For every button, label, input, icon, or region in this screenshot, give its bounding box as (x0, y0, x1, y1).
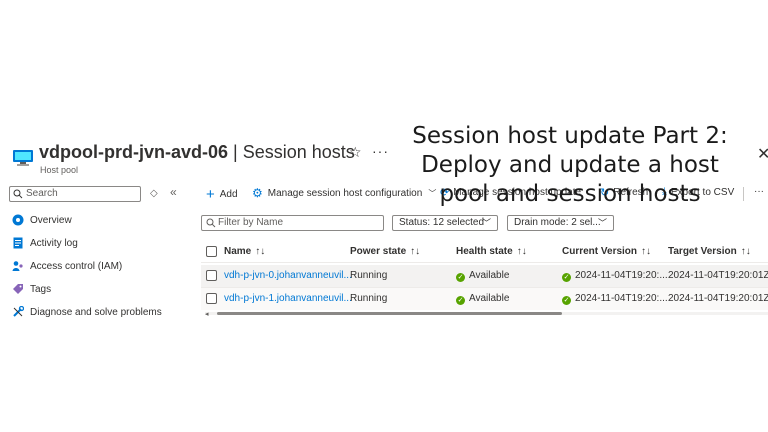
power-state: Running (350, 270, 388, 281)
toolbar-more-icon[interactable]: ··· (754, 186, 764, 197)
star-icon[interactable]: ☆ (349, 144, 362, 161)
overview-icon (12, 214, 24, 226)
current-version: ✓ 2024-11-04T19:20:... (562, 270, 668, 282)
target-version: 2024-11-04T19:20:01Z (668, 293, 768, 304)
chevron-down-icon: ﹀ (597, 218, 607, 228)
search-icon (13, 189, 23, 199)
check-circle-icon: ✓ (562, 273, 571, 282)
sort-icon: ↑↓ (255, 246, 266, 257)
column-header-power-state[interactable]: Power state ↑↓ (350, 246, 420, 257)
sort-icon: ↑↓ (516, 246, 527, 257)
close-icon[interactable]: ✕ (757, 144, 768, 164)
overlay-line: Deploy and update a host (421, 152, 719, 178)
gear-icon: ⚙ (252, 186, 263, 200)
sort-icon: ↑↓ (410, 246, 421, 257)
more-options-icon[interactable]: ··· (372, 143, 389, 159)
drain-mode-filter-dropdown[interactable]: Drain mode: 2 sel... ﹀ (507, 215, 614, 231)
sidebar-item-overview[interactable]: Overview (12, 211, 72, 229)
overlay-line: pool and session hosts (439, 181, 701, 207)
iam-icon (12, 261, 23, 271)
sidebar-item-diagnose[interactable]: Diagnose and solve problems (12, 303, 162, 321)
column-header-health-state[interactable]: Health state ↑↓ (456, 246, 527, 257)
chevron-down-icon: ﹀ (481, 218, 491, 228)
target-version: 2024-11-04T19:20:01Z (668, 270, 768, 281)
resource-type: Host pool (40, 165, 79, 175)
scroll-left-icon[interactable]: ◂ (205, 310, 209, 318)
sort-icon: ↑↓ (740, 246, 751, 257)
column-header-current-version[interactable]: Current Version ↑↓ (562, 246, 651, 257)
sidebar-search-input[interactable]: Search (9, 186, 141, 202)
resource-name: vdpool-prd-jvn-avd-06 (39, 142, 229, 162)
session-host-link[interactable]: vdh-p-jvn-0.johanvanneuvil... (224, 270, 352, 281)
plus-icon: + (206, 186, 215, 203)
page-title: vdpool-prd-jvn-avd-06 | Session hosts (39, 142, 355, 162)
tag-icon (13, 284, 23, 294)
sidebar-item-tags[interactable]: Tags (12, 280, 51, 298)
check-circle-icon: ✓ (456, 273, 465, 282)
check-circle-icon: ✓ (562, 296, 571, 305)
host-pool-icon (13, 150, 33, 166)
row-checkbox[interactable] (206, 270, 217, 281)
row-checkbox[interactable] (206, 293, 217, 304)
power-state: Running (350, 293, 388, 304)
health-state: ✓ Available (456, 270, 510, 282)
expand-collapse-icon[interactable]: ◇ (150, 188, 158, 199)
activity-log-icon (13, 237, 23, 249)
status-filter-dropdown[interactable]: Status: 12 selected ﹀ (392, 215, 498, 231)
header-divider (201, 262, 768, 263)
search-icon (206, 218, 216, 228)
add-button[interactable]: + Add (206, 186, 238, 203)
column-header-name[interactable]: Name ↑↓ (224, 246, 265, 257)
check-circle-icon: ✓ (456, 296, 465, 305)
sort-icon: ↑↓ (641, 246, 652, 257)
sidebar-item-iam[interactable]: Access control (IAM) (12, 257, 122, 275)
session-host-link[interactable]: vdh-p-jvn-1.johanvanneuvil... (224, 293, 352, 304)
collapse-sidebar-icon[interactable]: « (170, 185, 177, 199)
column-header-target-version[interactable]: Target Version ↑↓ (668, 246, 751, 257)
health-state: ✓ Available (456, 293, 510, 305)
overlay-line: Session host update Part 2: (412, 123, 728, 149)
current-version: ✓ 2024-11-04T19:20:... (562, 293, 668, 305)
sidebar-item-activity-log[interactable]: Activity log (12, 234, 78, 252)
select-all-checkbox[interactable] (206, 246, 217, 257)
wrench-icon (13, 306, 24, 317)
video-title-overlay: Session host update Part 2: Deploy and u… (392, 122, 748, 209)
horizontal-scrollbar-thumb[interactable] (217, 312, 562, 315)
filter-by-name-input[interactable]: Filter by Name (201, 215, 384, 231)
page-name: Session hosts (242, 142, 355, 162)
